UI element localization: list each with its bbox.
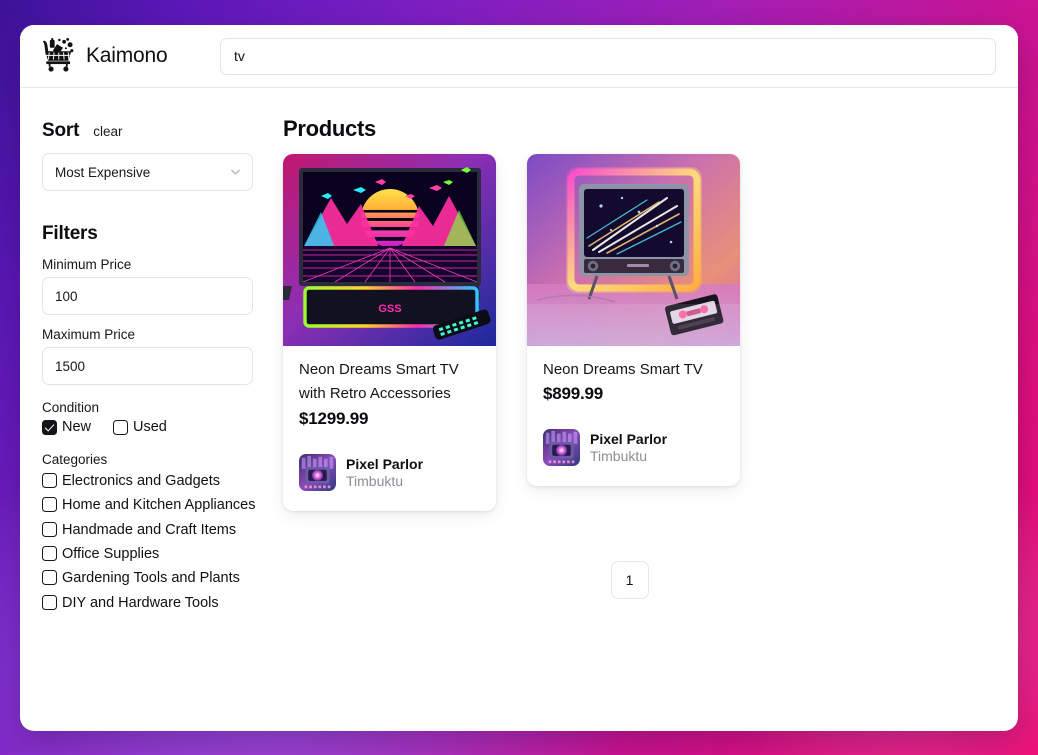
sort-select-wrapper: Most ExpensiveLeast ExpensiveNewestOldes… [42,153,253,191]
checkbox-icon[interactable] [42,546,57,561]
checkbox-icon[interactable] [42,595,57,610]
seller-name: Pixel Parlor [346,456,423,472]
product-card-body: Neon Dreams Smart TV with Retro Accessor… [283,346,496,511]
category-option-label: Electronics and Gadgets [62,470,220,493]
shopping-cart-icon [38,37,76,75]
sort-select[interactable]: Most ExpensiveLeast ExpensiveNewestOldes… [42,153,253,191]
filters-sidebar: Sort clear Most ExpensiveLeast Expensive… [20,88,265,731]
category-option-label: Home and Kitchen Appliances [62,494,255,517]
category-option[interactable]: Electronics and Gadgets [42,470,262,493]
seller-location: Timbuktu [590,448,667,464]
seller-avatar [299,454,336,491]
brand-name: Kaimono [86,44,167,68]
seller-location: Timbuktu [346,473,423,489]
app-header: Kaimono [20,25,1018,88]
product-title: Neon Dreams Smart TV [543,358,724,382]
product-grid: GSS [283,154,994,511]
category-option-label: Office Supplies [62,543,159,566]
condition-option-new[interactable]: New [42,418,91,437]
pagination: 1 [283,561,994,599]
minimum-price-input[interactable] [42,277,253,315]
brand[interactable]: Kaimono [38,37,220,75]
product-card[interactable]: GSS [283,154,496,511]
svg-text:GSS: GSS [378,303,401,315]
maximum-price-input[interactable] [42,347,253,385]
category-option[interactable]: Office Supplies [42,543,262,566]
content-area: Sort clear Most ExpensiveLeast Expensive… [20,88,1018,731]
checkbox-icon[interactable] [42,497,57,512]
app-window: Kaimono Sort clear Most ExpensiveLeast E… [20,25,1018,731]
checkbox-icon[interactable] [42,570,57,585]
sort-header-row: Sort clear [42,120,265,142]
search-input[interactable] [220,38,996,75]
condition-options: New Used [42,418,265,437]
page-title: Products [283,116,994,142]
product-price: $1299.99 [299,409,480,429]
products-main: Products [265,88,1018,731]
checkbox-icon[interactable] [42,522,57,537]
seller-text: Pixel Parlor Timbuktu [346,456,423,489]
product-title: Neon Dreams Smart TV with Retro Accessor… [299,358,480,407]
filters-heading: Filters [42,223,265,245]
category-option-label: Gardening Tools and Plants [62,567,240,590]
checkbox-icon[interactable] [113,420,128,435]
condition-label: Condition [42,400,265,415]
product-card[interactable]: Neon Dreams Smart TV $899.99 [527,154,740,486]
product-image: GSS [283,154,496,346]
category-option[interactable]: Handmade and Craft Items [42,519,262,542]
category-option[interactable]: DIY and Hardware Tools [42,592,262,615]
category-option[interactable]: Gardening Tools and Plants [42,567,262,590]
category-option[interactable]: Home and Kitchen Appliances [42,494,262,517]
category-option-label: DIY and Hardware Tools [62,592,219,615]
condition-option-label: New [62,418,91,437]
seller-avatar [543,429,580,466]
maximum-price-label: Maximum Price [42,327,265,342]
category-option-label: Handmade and Craft Items [62,519,236,542]
product-price: $899.99 [543,384,724,404]
seller-info[interactable]: Pixel Parlor Timbuktu [543,429,724,466]
product-card-body: Neon Dreams Smart TV $899.99 [527,346,740,486]
clear-filters-link[interactable]: clear [93,124,122,139]
category-options: Electronics and GadgetsHome and Kitchen … [42,470,262,616]
seller-info[interactable]: Pixel Parlor Timbuktu [299,454,480,491]
search-container [220,38,1018,75]
checkbox-icon[interactable] [42,473,57,488]
condition-option-label: Used [133,418,167,437]
page-button-1[interactable]: 1 [611,561,649,599]
product-image [527,154,740,346]
seller-text: Pixel Parlor Timbuktu [590,431,667,464]
seller-name: Pixel Parlor [590,431,667,447]
minimum-price-label: Minimum Price [42,257,265,272]
condition-option-used[interactable]: Used [113,418,167,437]
sort-heading: Sort [42,120,79,142]
checkbox-icon[interactable] [42,420,57,435]
categories-label: Categories [42,452,265,467]
